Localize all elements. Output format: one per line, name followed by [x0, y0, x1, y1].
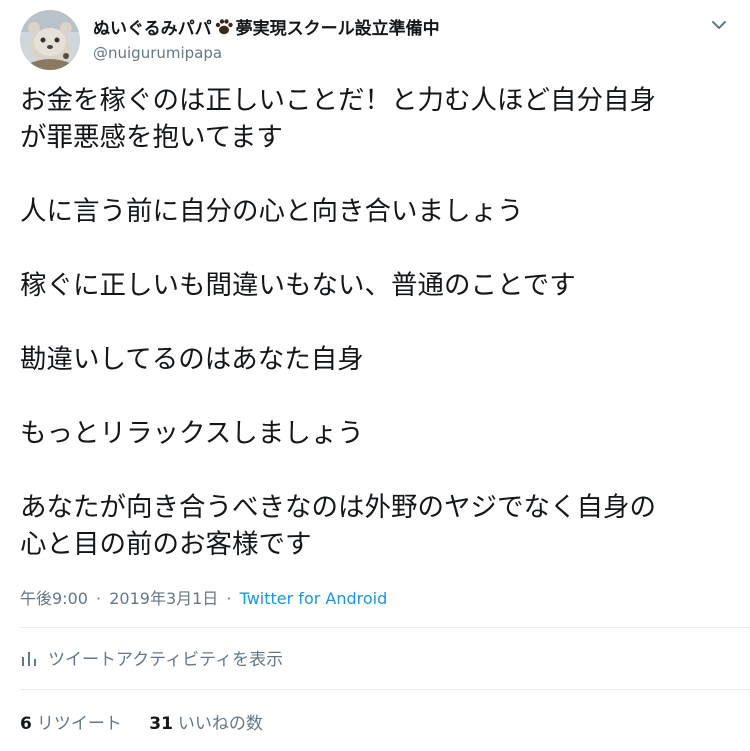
- tweet-line: もっとリラックスしましょう: [20, 418, 364, 449]
- retweet-stat[interactable]: 6 リツイート: [20, 714, 122, 734]
- like-count: 31: [149, 714, 173, 734]
- tweet-line: 人に言う前に自分の心と向き合いましょう: [20, 196, 524, 227]
- tweet-activity-link[interactable]: ツイートアクティビティを表示: [20, 645, 283, 670]
- tweet-line: 勘違いしてるのはあなた自身: [20, 344, 364, 375]
- tweet-date[interactable]: 2019年3月1日: [109, 589, 218, 608]
- tweet-time[interactable]: 午後9:00: [20, 589, 88, 608]
- display-name[interactable]: ぬいぐるみパパ 夢実現スクール設立準備中: [93, 14, 440, 39]
- tweet-activity-label: ツイートアクティビティを表示: [48, 650, 284, 670]
- tweet-text: お金を稼ぐのは正しいことだ！と力む人ほど自分自身 が罪悪感を抱いてます 人に言う…: [20, 82, 735, 563]
- display-name-suffix: 夢実現スクール設立準備中: [235, 19, 440, 39]
- like-stat[interactable]: 31 いいねの数: [149, 714, 263, 734]
- tweet-line: が罪悪感を抱いてます: [20, 122, 283, 153]
- meta-separator: ·: [96, 589, 102, 608]
- retweet-label: リツイート: [36, 714, 122, 734]
- tweet-line: あなたが向き合うべきなのは外野のヤジでなく自身の: [20, 492, 656, 523]
- retweet-count: 6: [20, 714, 32, 734]
- avatar[interactable]: [20, 10, 80, 70]
- meta-separator: ·: [226, 589, 232, 608]
- tweet-line: 心と目の前のお客様です: [20, 529, 312, 560]
- tweet-source-link[interactable]: Twitter for Android: [240, 589, 388, 608]
- tweet-metadata: 午後9:00 · 2019年3月1日 · Twitter for Android: [20, 585, 387, 609]
- chevron-down-icon[interactable]: [710, 16, 728, 34]
- bar-chart-icon: [22, 651, 36, 666]
- tweet-line: 稼ぐに正しいも間違いもない、普通のことです: [20, 270, 576, 301]
- like-label: いいねの数: [177, 714, 263, 734]
- divider: [20, 689, 750, 690]
- divider: [20, 627, 750, 628]
- display-name-prefix: ぬいぐるみパパ: [93, 19, 212, 39]
- stuffed-bear-avatar: [20, 10, 80, 70]
- tweet-stats: 6 リツイート 31 いいねの数: [20, 709, 285, 734]
- user-handle[interactable]: @nuigurumipapa: [93, 44, 222, 62]
- paw-icon: [215, 18, 233, 34]
- tweet-line: お金を稼ぐのは正しいことだ！と力む人ほど自分自身: [20, 85, 656, 116]
